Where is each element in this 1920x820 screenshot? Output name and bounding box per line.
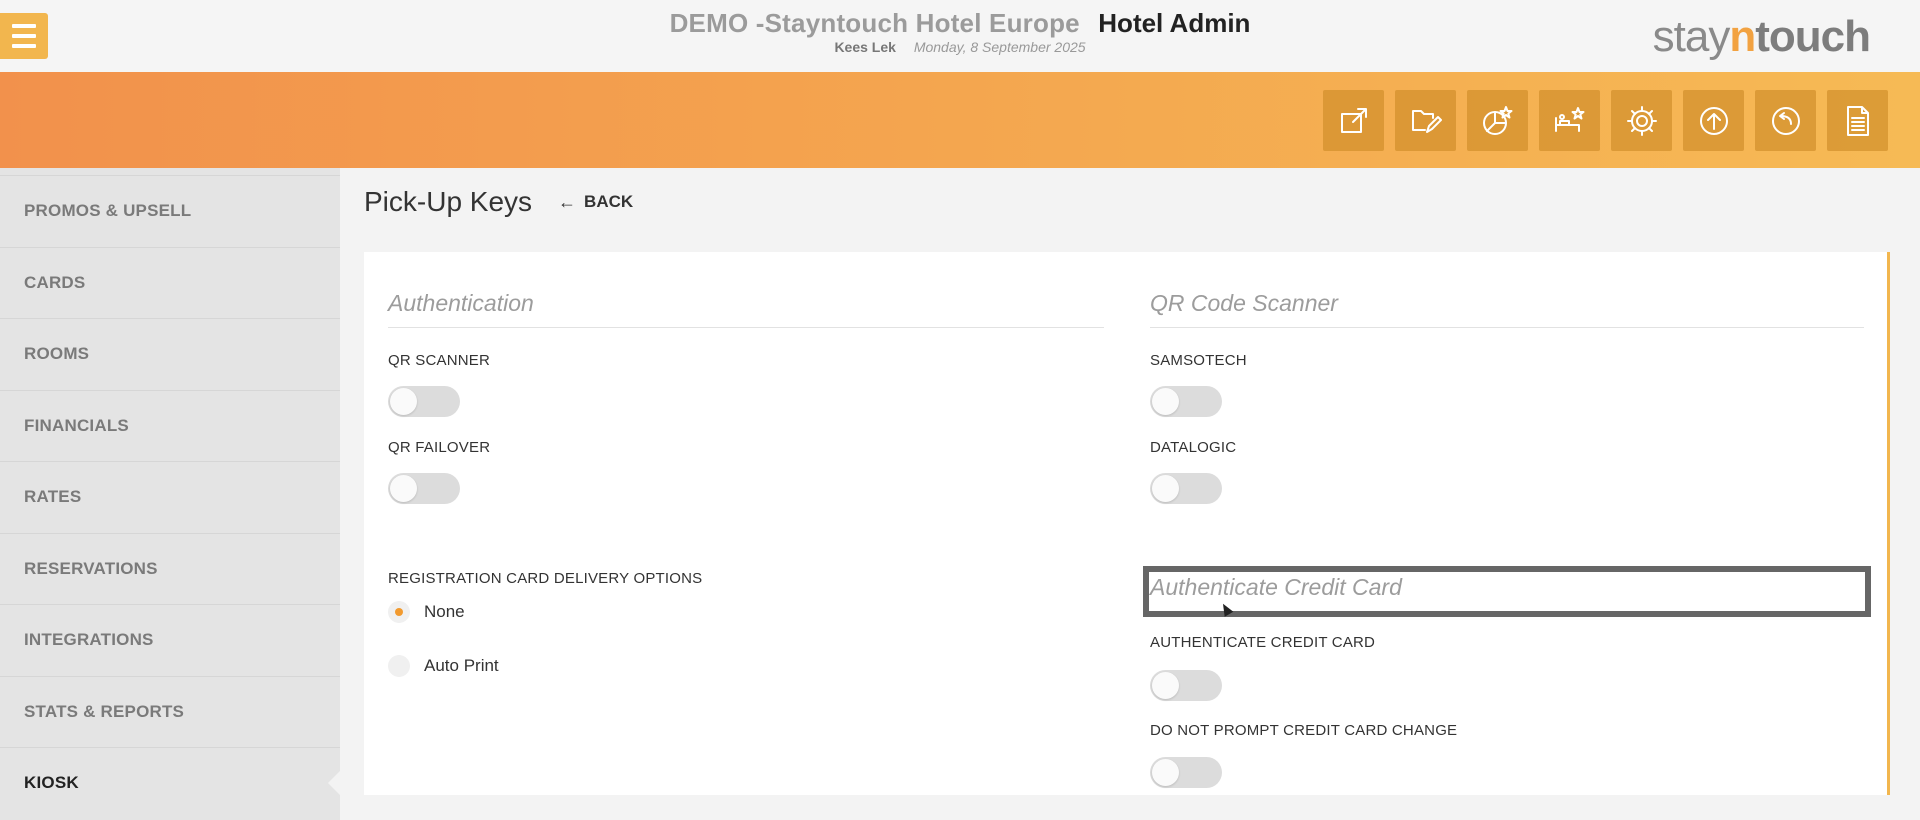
sidebar-item-rates[interactable]: RATES <box>0 461 340 533</box>
page-header: Pick-Up Keys ← BACK <box>364 186 633 218</box>
external-link-button[interactable] <box>1323 90 1384 151</box>
rooms-star-button[interactable] <box>1539 90 1600 151</box>
authenticate-credit-card-toggle[interactable] <box>1150 670 1222 701</box>
radio-option-auto-print[interactable]: Auto Print <box>388 655 499 677</box>
sidebar-item-promos-upsell[interactable]: PROMOS & UPSELL <box>0 175 340 247</box>
back-button[interactable]: ← BACK <box>558 192 633 213</box>
active-indicator <box>328 771 340 795</box>
sidebar-item-integrations[interactable]: INTEGRATIONS <box>0 604 340 676</box>
datalogic-toggle[interactable] <box>1150 473 1222 504</box>
bed-star-icon <box>1554 106 1584 132</box>
sidebar-item-stats-reports[interactable]: STATS & REPORTS <box>0 675 340 748</box>
qr-failover-label: QR FAILOVER <box>388 439 491 456</box>
authenticate-credit-card-label: AUTHENTICATE CREDIT CARD <box>1150 634 1376 651</box>
toggle-knob <box>390 388 417 415</box>
toggle-knob <box>390 475 417 502</box>
sidebar-item-cards[interactable]: CARDS <box>0 246 340 319</box>
sidebar: PROMOS & UPSELL CARDS ROOMS FINANCIALS R… <box>0 168 340 820</box>
radio-label: Auto Print <box>424 656 499 675</box>
app-name: Hotel Admin <box>1098 8 1251 38</box>
chart-star-icon <box>1482 105 1512 135</box>
business-date: Monday, 8 September 2025 <box>913 39 1086 55</box>
top-header: DEMO -Stayntouch Hotel Europe Hotel Admi… <box>0 0 1920 72</box>
arrow-left-icon: ← <box>558 191 577 212</box>
logout-circle-icon <box>1771 106 1800 135</box>
toggle-knob <box>1152 388 1179 415</box>
qr-failover-toggle[interactable] <box>388 473 460 504</box>
upload-circle-icon <box>1699 106 1728 135</box>
logout-button[interactable] <box>1755 90 1816 151</box>
document-button[interactable] <box>1827 90 1888 151</box>
toggle-knob <box>1152 475 1179 502</box>
samsotech-toggle[interactable] <box>1150 386 1222 417</box>
authentication-heading: Authentication <box>388 290 1104 328</box>
folder-edit-button[interactable] <box>1395 90 1456 151</box>
datalogic-label: DATALOGIC <box>1150 439 1237 456</box>
page-title: Pick-Up Keys <box>364 186 533 217</box>
toggle-knob <box>1152 759 1179 786</box>
user-name: Kees Lek <box>834 39 896 55</box>
external-link-icon <box>1340 107 1367 133</box>
sidebar-item-financials[interactable]: FINANCIALS <box>0 389 340 462</box>
orange-toolbar-band <box>0 72 1920 168</box>
toggle-knob <box>1152 672 1179 699</box>
qr-scanner-toggle[interactable] <box>388 386 460 417</box>
gear-icon <box>1626 105 1657 136</box>
samsotech-label: SAMSOTECH <box>1150 352 1247 369</box>
sidebar-item-rooms[interactable]: ROOMS <box>0 318 340 390</box>
back-label: BACK <box>584 192 634 211</box>
qr-scanner-label: QR SCANNER <box>388 352 491 369</box>
radio-button[interactable] <box>388 655 410 677</box>
settings-card: Authentication QR SCANNER QR FAILOVER RE… <box>364 252 1890 795</box>
radio-option-none[interactable]: None <box>388 601 465 623</box>
brand-logo: stayntouch <box>1652 12 1871 61</box>
radio-label: None <box>424 602 465 621</box>
authenticate-credit-card-heading: Authenticate Credit Card <box>1150 574 1402 600</box>
hotel-name: DEMO -Stayntouch Hotel Europe <box>669 8 1080 38</box>
chart-star-button[interactable] <box>1467 90 1528 151</box>
sidebar-item-kiosk[interactable]: KIOSK <box>0 747 340 819</box>
toolbar <box>1323 90 1888 151</box>
registration-card-delivery-label: REGISTRATION CARD DELIVERY OPTIONS <box>388 570 703 587</box>
header-subline: Kees Lek Monday, 8 September 2025 <box>0 39 1920 55</box>
do-not-prompt-cc-change-label: DO NOT PROMPT CREDIT CARD CHANGE <box>1150 722 1458 739</box>
qr-code-scanner-heading: QR Code Scanner <box>1150 290 1864 328</box>
settings-button[interactable] <box>1611 90 1672 151</box>
folder-edit-icon <box>1411 109 1442 133</box>
upload-button[interactable] <box>1683 90 1744 151</box>
header-title: DEMO -Stayntouch Hotel Europe Hotel Admi… <box>0 8 1920 55</box>
do-not-prompt-cc-change-toggle[interactable] <box>1150 757 1222 788</box>
radio-button[interactable] <box>388 601 410 623</box>
document-icon <box>1846 105 1869 136</box>
sidebar-item-reservations[interactable]: RESERVATIONS <box>0 532 340 605</box>
